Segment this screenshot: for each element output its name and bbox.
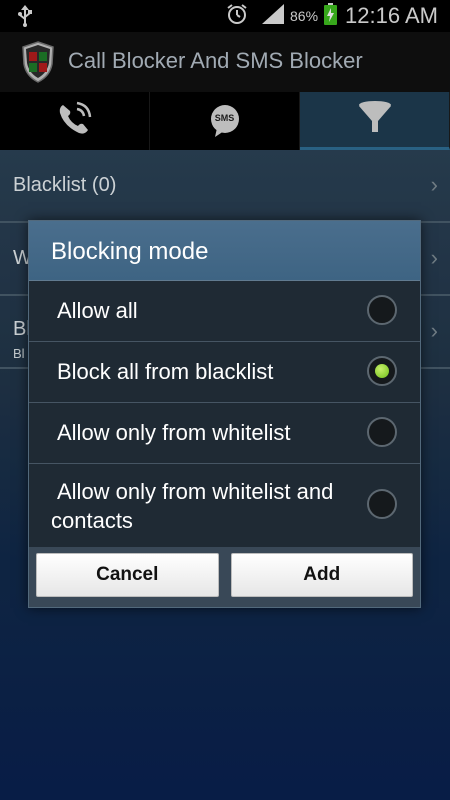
dialog-button-bar: Cancel Add — [29, 547, 420, 607]
cancel-button[interactable]: Cancel — [36, 553, 219, 597]
add-button[interactable]: Add — [230, 553, 413, 597]
radio-button[interactable] — [367, 295, 397, 325]
option-label: Allow all — [57, 298, 138, 323]
option-block-all-from-blacklist[interactable]: Block all from blacklist — [29, 342, 420, 403]
dialog-title: Blocking mode — [29, 221, 420, 281]
option-label: Allow only from whitelist and contacts — [51, 479, 334, 533]
radio-button[interactable] — [367, 417, 397, 447]
option-label: Block all from blacklist — [57, 359, 274, 384]
option-label: Allow only from whitelist — [57, 420, 291, 445]
option-allow-all[interactable]: Allow all — [29, 281, 420, 342]
option-allow-only-whitelist[interactable]: Allow only from whitelist — [29, 403, 420, 464]
radio-button[interactable] — [367, 489, 397, 519]
option-allow-whitelist-and-contacts[interactable]: Allow only from whitelist and contacts — [29, 464, 420, 548]
radio-button-checked[interactable] — [367, 356, 397, 386]
blocking-mode-dialog: Blocking mode Allow all Block all from b… — [28, 220, 421, 608]
